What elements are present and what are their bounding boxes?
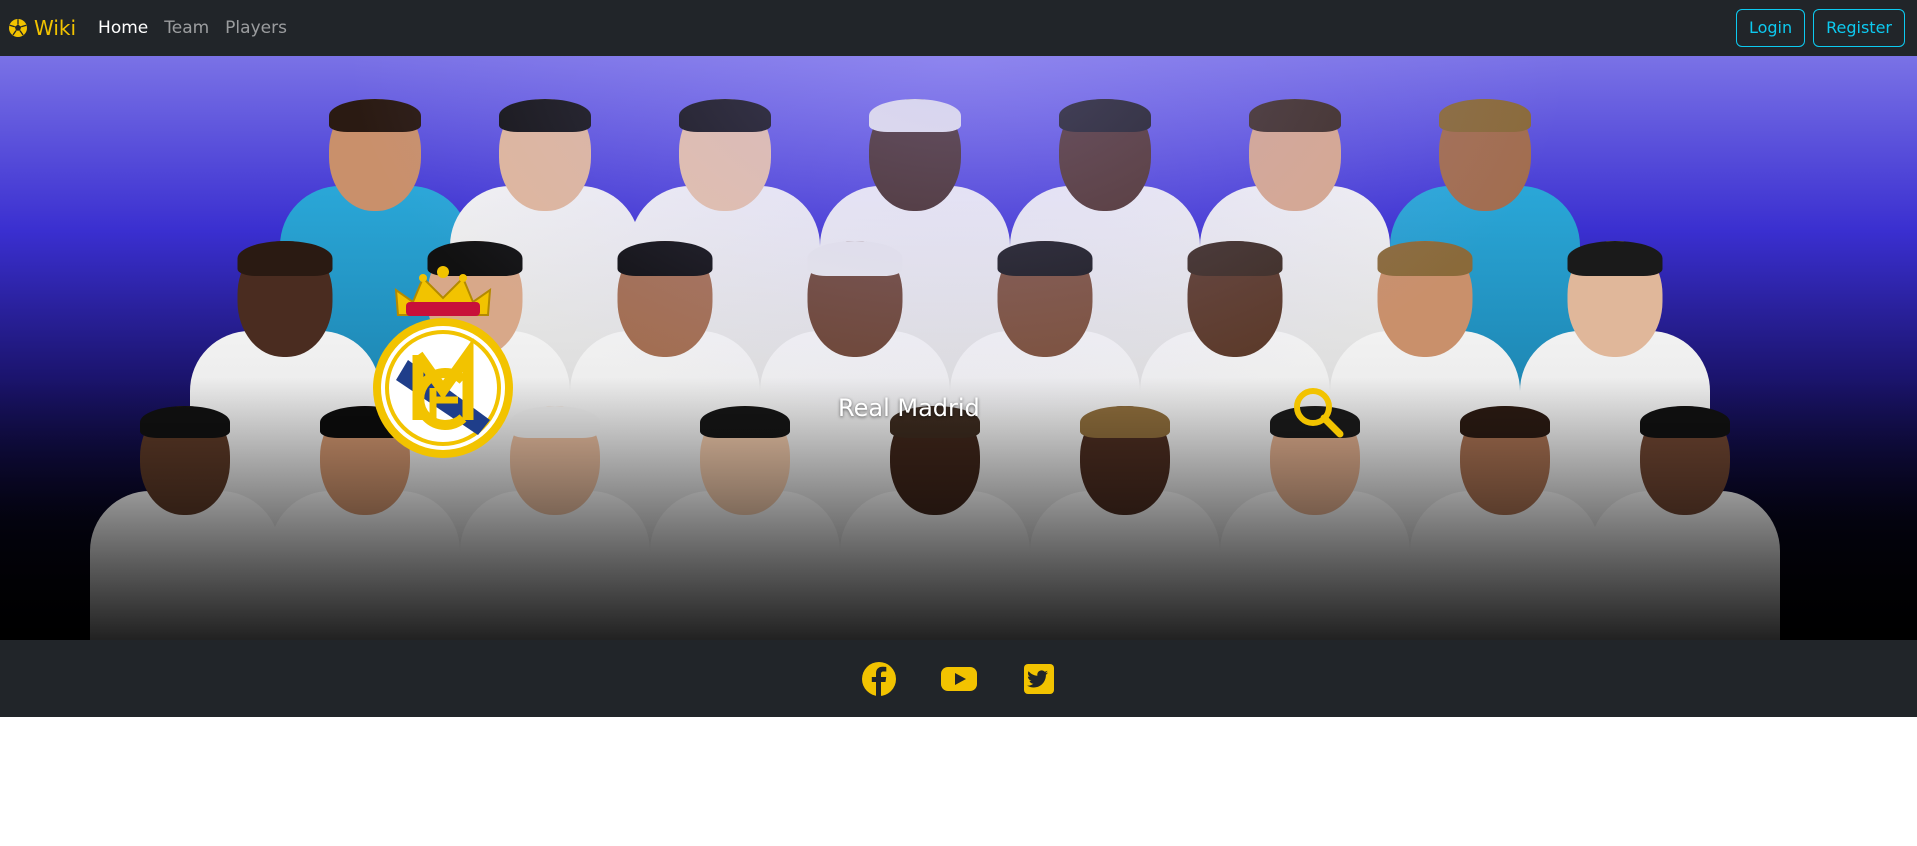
team-photo-player: [90, 405, 280, 640]
team-photo-player: [1590, 405, 1780, 640]
hero-carousel: Real Madrid: [0, 56, 1917, 640]
auth-buttons: Login Register: [1735, 9, 1905, 47]
footer-social-bar: [0, 640, 1917, 717]
brand-text: Wiki: [34, 16, 77, 40]
navbar: Wiki Home Team Players Login Register: [0, 0, 1917, 56]
nav-link-team[interactable]: Team: [164, 18, 209, 38]
login-button[interactable]: Login: [1735, 9, 1806, 47]
hero-title: Real Madrid: [838, 394, 980, 422]
register-button[interactable]: Register: [1813, 9, 1905, 47]
team-photo-player: [840, 405, 1030, 640]
team-photo-player: [460, 405, 650, 640]
search-icon[interactable]: [1292, 386, 1344, 438]
team-photo-player: [650, 405, 840, 640]
nav-link-home[interactable]: Home: [98, 18, 148, 38]
youtube-icon[interactable]: [940, 661, 977, 697]
soccer-ball-icon: [9, 19, 27, 37]
brand-link[interactable]: Wiki: [8, 16, 76, 40]
team-photo-player: [270, 405, 460, 640]
team-photo-player: [1410, 405, 1600, 640]
team-photo-player: [1030, 405, 1220, 640]
team-photo-player: [1220, 405, 1410, 640]
facebook-icon[interactable]: [861, 661, 897, 697]
nav-link-players[interactable]: Players: [225, 18, 287, 38]
twitter-icon[interactable]: [1021, 661, 1057, 697]
page-body: [0, 717, 1917, 846]
real-madrid-crest-icon: [373, 266, 513, 458]
